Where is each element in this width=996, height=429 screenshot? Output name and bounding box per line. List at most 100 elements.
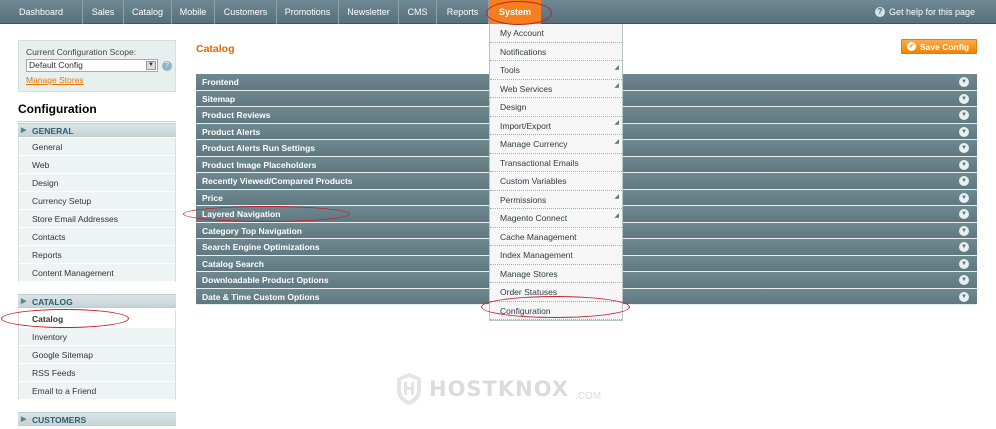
menu-item-configuration[interactable]: Configuration — [490, 302, 622, 320]
sidebar-item-inventory[interactable]: Inventory — [19, 328, 175, 346]
nav-dashboard[interactable]: Dashboard — [0, 0, 83, 24]
chevron-down-icon: ▼ — [959, 291, 969, 302]
chevron-down-icon: ▼ — [959, 176, 969, 186]
sidebar-item-google-sitemap[interactable]: Google Sitemap — [19, 346, 175, 364]
nav-newsletter[interactable]: Newsletter — [339, 0, 399, 24]
menu-item-my-account[interactable]: My Account — [490, 24, 622, 43]
menu-item-label: Manage Stores — [500, 268, 558, 279]
submenu-arrow-icon: ◢ — [614, 64, 619, 71]
watermark-suffix: .COM — [575, 391, 602, 402]
menu-item-order-statuses[interactable]: Order Statuses — [490, 283, 622, 302]
menu-item-manage-stores[interactable]: Manage Stores — [490, 265, 622, 283]
nav-cms[interactable]: CMS — [399, 0, 437, 24]
nav-promotions[interactable]: Promotions — [277, 0, 339, 24]
menu-item-custom-variables[interactable]: Custom Variables — [490, 172, 622, 191]
scope-select[interactable]: Default Config ▼ — [26, 59, 158, 72]
menu-item-index-management[interactable]: Index Management — [490, 246, 622, 265]
scope-label: Current Configuration Scope: — [26, 47, 137, 57]
sidebar-group-customers[interactable]: ▶ CUSTOMERS — [18, 412, 176, 426]
watermark-text: HOSTKNOX — [429, 377, 570, 401]
sidebar-item-contacts[interactable]: Contacts — [19, 228, 175, 246]
question-icon: ? — [874, 7, 885, 17]
sidebar-item-design[interactable]: Design — [19, 174, 175, 192]
manage-stores-link[interactable]: Manage Stores — [26, 75, 84, 85]
section-label: Price — [202, 192, 223, 203]
help-icon[interactable]: ? — [162, 61, 172, 71]
menu-item-tools[interactable]: Tools ◢ — [490, 61, 622, 80]
menu-item-label: Design — [500, 102, 527, 112]
nav-menu: Dashboard Sales Catalog Mobile Customers… — [0, 0, 541, 24]
sidebar-item-catalog[interactable]: Catalog — [19, 310, 175, 328]
nav-mobile[interactable]: Mobile — [172, 0, 215, 24]
submenu-arrow-icon: ◢ — [614, 194, 619, 200]
menu-item-label: Tools — [500, 65, 520, 75]
menu-item-label: Manage Currency — [500, 139, 568, 149]
chevron-down-icon: ▼ — [959, 242, 969, 252]
menu-item-magento-connect[interactable]: Magento Connect ◢ — [490, 209, 622, 228]
section-label: Frontend — [202, 77, 239, 87]
sidebar-item-general[interactable]: General — [19, 138, 175, 156]
chevron-down-icon: ▼ — [959, 159, 969, 170]
sidebar-item-web[interactable]: Web — [19, 156, 175, 174]
system-dropdown-menu: My Account Notifications Tools ◢ Web Serv… — [489, 24, 623, 321]
sidebar-item-reports[interactable]: Reports — [19, 246, 175, 264]
submenu-arrow-icon: ◢ — [614, 138, 619, 145]
menu-item-label: Cache Management — [500, 231, 577, 242]
section-label: Product Alerts Run Settings — [202, 143, 316, 153]
section-label: Search Engine Optimizations — [202, 242, 320, 252]
chevron-down-icon: ▼ — [959, 225, 969, 236]
sidebar-item-currency-setup[interactable]: Currency Setup — [19, 192, 175, 210]
section-label: Category Top Navigation — [202, 225, 302, 236]
menu-item-manage-currency[interactable]: Manage Currency ◢ — [490, 135, 622, 154]
menu-item-label: Transactional Emails — [500, 157, 579, 168]
menu-item-label: My Account — [500, 28, 544, 38]
config-scope-box: Current Configuration Scope: Default Con… — [18, 40, 176, 92]
sidebar-group-label: CATALOG — [32, 297, 73, 307]
page-title: Catalog — [196, 43, 235, 55]
section-label: Product Image Placeholders — [202, 159, 317, 170]
menu-item-web-services[interactable]: Web Services ◢ — [490, 80, 622, 98]
chevron-down-icon: ▼ — [959, 275, 969, 285]
sidebar-item-content-management[interactable]: Content Management — [19, 264, 175, 282]
menu-item-permissions[interactable]: Permissions ◢ — [490, 191, 622, 209]
sidebar-item-store-email-addresses[interactable]: Store Email Addresses — [19, 210, 175, 228]
save-config-label: Save Config — [920, 41, 970, 52]
triangle-right-icon: ▶ — [21, 127, 27, 134]
nav-customers[interactable]: Customers — [215, 0, 277, 24]
menu-item-notifications[interactable]: Notifications — [490, 43, 622, 61]
triangle-right-icon: ▶ — [21, 416, 27, 423]
sidebar-group-general[interactable]: ▶ GENERAL — [18, 123, 176, 137]
menu-item-label: Custom Variables — [500, 176, 567, 186]
chevron-down-icon: ▼ — [959, 258, 969, 269]
nav-catalog[interactable]: Catalog — [124, 0, 172, 24]
menu-item-label: Configuration — [500, 305, 551, 316]
menu-item-label: Index Management — [500, 250, 573, 260]
save-config-button[interactable]: ✓ Save Config — [901, 39, 977, 54]
watermark: HOSTKNOX .COM — [395, 372, 601, 406]
section-label: Date & Time Custom Options — [202, 291, 320, 302]
section-label: Catalog Search — [202, 258, 264, 269]
menu-item-design[interactable]: Design — [490, 98, 622, 117]
menu-item-import-export[interactable]: Import/Export ◢ — [490, 117, 622, 135]
menu-item-label: Magento Connect — [500, 213, 568, 223]
nav-system[interactable]: System — [489, 0, 541, 24]
help-link[interactable]: ? Get help for this page — [874, 0, 975, 24]
menu-item-transactional-emails[interactable]: Transactional Emails — [490, 154, 622, 172]
sidebar-group-catalog[interactable]: ▶ CATALOG — [18, 294, 176, 308]
menu-item-label: Import/Export — [500, 120, 552, 131]
section-label: Product Alerts — [202, 126, 261, 137]
menu-item-label: Notifications — [500, 46, 547, 57]
nav-reports[interactable]: Reports — [437, 0, 489, 24]
chevron-down-icon: ▼ — [959, 143, 969, 153]
chevron-down-icon: ▼ — [959, 77, 969, 87]
scope-select-value: Default Config — [29, 60, 83, 70]
nav-sales[interactable]: Sales — [83, 0, 124, 24]
chevron-down-icon: ▼ — [959, 209, 969, 219]
sidebar-group-label: CUSTOMERS — [32, 415, 87, 425]
sidebar-group-label: GENERAL — [32, 126, 74, 136]
submenu-arrow-icon: ◢ — [614, 120, 619, 126]
sidebar-item-email-to-a-friend[interactable]: Email to a Friend — [19, 382, 175, 400]
menu-item-cache-management[interactable]: Cache Management — [490, 228, 622, 246]
submenu-arrow-icon: ◢ — [614, 212, 619, 219]
sidebar-item-rss-feeds[interactable]: RSS Feeds — [19, 364, 175, 382]
